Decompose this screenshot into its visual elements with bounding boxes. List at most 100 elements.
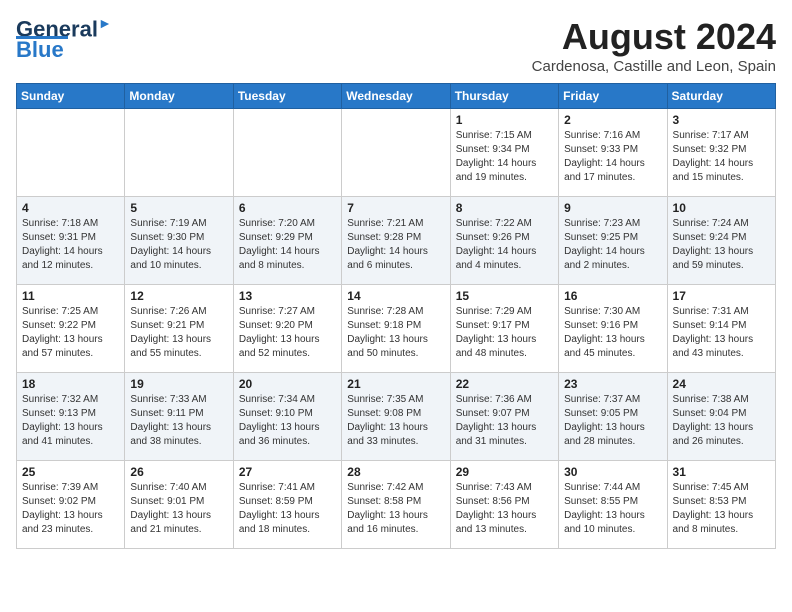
day-number: 9: [564, 201, 661, 215]
table-row: 30 Sunrise: 7:44 AM Sunset: 8:55 PM Dayli…: [559, 461, 667, 549]
day-info: Sunrise: 7:18 AM Sunset: 9:31 PM Dayligh…: [22, 217, 119, 273]
day-number: 27: [239, 465, 336, 479]
day-number: 16: [564, 289, 661, 303]
day-info: Sunrise: 7:33 AM Sunset: 9:11 PM Dayligh…: [130, 393, 227, 449]
day-number: 12: [130, 289, 227, 303]
day-number: 13: [239, 289, 336, 303]
table-row: [233, 109, 341, 197]
table-row: 4 Sunrise: 7:18 AM Sunset: 9:31 PM Daylig…: [17, 197, 125, 285]
table-row: 14 Sunrise: 7:28 AM Sunset: 9:18 PM Dayli…: [342, 285, 450, 373]
day-number: 22: [456, 377, 553, 391]
day-info: Sunrise: 7:27 AM Sunset: 9:20 PM Dayligh…: [239, 305, 336, 361]
day-number: 8: [456, 201, 553, 215]
logo-blue: Blue: [16, 39, 64, 61]
day-number: 4: [22, 201, 119, 215]
table-row: 22 Sunrise: 7:36 AM Sunset: 9:07 PM Dayli…: [450, 373, 558, 461]
table-row: 12 Sunrise: 7:26 AM Sunset: 9:21 PM Dayli…: [125, 285, 233, 373]
col-sunday: Sunday: [17, 84, 125, 109]
day-info: Sunrise: 7:43 AM Sunset: 8:56 PM Dayligh…: [456, 481, 553, 537]
day-number: 18: [22, 377, 119, 391]
day-info: Sunrise: 7:32 AM Sunset: 9:13 PM Dayligh…: [22, 393, 119, 449]
table-row: 20 Sunrise: 7:34 AM Sunset: 9:10 PM Dayli…: [233, 373, 341, 461]
table-row: 28 Sunrise: 7:42 AM Sunset: 8:58 PM Dayli…: [342, 461, 450, 549]
table-row: 8 Sunrise: 7:22 AM Sunset: 9:26 PM Daylig…: [450, 197, 558, 285]
day-info: Sunrise: 7:44 AM Sunset: 8:55 PM Dayligh…: [564, 481, 661, 537]
day-number: 29: [456, 465, 553, 479]
col-saturday: Saturday: [667, 84, 775, 109]
day-info: Sunrise: 7:26 AM Sunset: 9:21 PM Dayligh…: [130, 305, 227, 361]
day-number: 3: [673, 113, 770, 127]
day-number: 24: [673, 377, 770, 391]
day-number: 15: [456, 289, 553, 303]
col-tuesday: Tuesday: [233, 84, 341, 109]
day-info: Sunrise: 7:45 AM Sunset: 8:53 PM Dayligh…: [673, 481, 770, 537]
table-row: [17, 109, 125, 197]
day-info: Sunrise: 7:30 AM Sunset: 9:16 PM Dayligh…: [564, 305, 661, 361]
day-number: 17: [673, 289, 770, 303]
day-number: 20: [239, 377, 336, 391]
table-row: 16 Sunrise: 7:30 AM Sunset: 9:16 PM Dayli…: [559, 285, 667, 373]
day-number: 7: [347, 201, 444, 215]
table-row: 23Sunrise: 7:37 AM Sunset: 9:05 PM Dayli…: [559, 373, 667, 461]
table-row: 19 Sunrise: 7:33 AM Sunset: 9:11 PM Dayli…: [125, 373, 233, 461]
day-number: 28: [347, 465, 444, 479]
table-row: 3 Sunrise: 7:17 AM Sunset: 9:32 PM Daylig…: [667, 109, 775, 197]
table-row: 11 Sunrise: 7:25 AM Sunset: 9:22 PM Dayli…: [17, 285, 125, 373]
day-number: 31: [673, 465, 770, 479]
day-info: Sunrise: 7:19 AM Sunset: 9:30 PM Dayligh…: [130, 217, 227, 273]
day-info: Sunrise: 7:16 AM Sunset: 9:33 PM Dayligh…: [564, 129, 661, 185]
day-number: 6: [239, 201, 336, 215]
calendar-week-row: 18 Sunrise: 7:32 AM Sunset: 9:13 PM Dayli…: [17, 373, 776, 461]
calendar-table: Sunday Monday Tuesday Wednesday Thursday…: [16, 83, 776, 549]
day-info: Sunrise: 7:28 AM Sunset: 9:18 PM Dayligh…: [347, 305, 444, 361]
table-row: [342, 109, 450, 197]
day-info: Sunrise: 7:29 AM Sunset: 9:17 PM Dayligh…: [456, 305, 553, 361]
day-info: Sunrise: 7:42 AM Sunset: 8:58 PM Dayligh…: [347, 481, 444, 537]
table-row: 17 Sunrise: 7:31 AM Sunset: 9:14 PM Dayli…: [667, 285, 775, 373]
table-row: 7 Sunrise: 7:21 AM Sunset: 9:28 PM Daylig…: [342, 197, 450, 285]
calendar-week-row: 1Sunrise: 7:15 AM Sunset: 9:34 PM Daylig…: [17, 109, 776, 197]
calendar-week-row: 4 Sunrise: 7:18 AM Sunset: 9:31 PM Daylig…: [17, 197, 776, 285]
page-header: General► Blue August 2024 Cardenosa, Cas…: [16, 16, 776, 75]
calendar-header-row: Sunday Monday Tuesday Wednesday Thursday…: [17, 84, 776, 109]
day-info: Sunrise: 7:17 AM Sunset: 9:32 PM Dayligh…: [673, 129, 770, 185]
table-row: 18 Sunrise: 7:32 AM Sunset: 9:13 PM Dayli…: [17, 373, 125, 461]
day-info: Sunrise: 7:22 AM Sunset: 9:26 PM Dayligh…: [456, 217, 553, 273]
calendar-week-row: 25 Sunrise: 7:39 AM Sunset: 9:02 PM Dayli…: [17, 461, 776, 549]
table-row: 6Sunrise: 7:20 AM Sunset: 9:29 PM Daylig…: [233, 197, 341, 285]
day-info: Sunrise: 7:31 AM Sunset: 9:14 PM Dayligh…: [673, 305, 770, 361]
day-info: Sunrise: 7:25 AM Sunset: 9:22 PM Dayligh…: [22, 305, 119, 361]
day-info: Sunrise: 7:21 AM Sunset: 9:28 PM Dayligh…: [347, 217, 444, 273]
day-number: 1: [456, 113, 553, 127]
table-row: 2Sunrise: 7:16 AM Sunset: 9:33 PM Daylig…: [559, 109, 667, 197]
table-row: 21Sunrise: 7:35 AM Sunset: 9:08 PM Dayli…: [342, 373, 450, 461]
day-info: Sunrise: 7:34 AM Sunset: 9:10 PM Dayligh…: [239, 393, 336, 449]
table-row: 10Sunrise: 7:24 AM Sunset: 9:24 PM Dayli…: [667, 197, 775, 285]
day-number: 14: [347, 289, 444, 303]
day-number: 25: [22, 465, 119, 479]
day-info: Sunrise: 7:40 AM Sunset: 9:01 PM Dayligh…: [130, 481, 227, 537]
day-number: 23: [564, 377, 661, 391]
day-number: 10: [673, 201, 770, 215]
table-row: 9Sunrise: 7:23 AM Sunset: 9:25 PM Daylig…: [559, 197, 667, 285]
day-info: Sunrise: 7:41 AM Sunset: 8:59 PM Dayligh…: [239, 481, 336, 537]
table-row: 5Sunrise: 7:19 AM Sunset: 9:30 PM Daylig…: [125, 197, 233, 285]
day-number: 11: [22, 289, 119, 303]
day-number: 30: [564, 465, 661, 479]
page-title: August 2024: [532, 16, 776, 58]
day-info: Sunrise: 7:35 AM Sunset: 9:08 PM Dayligh…: [347, 393, 444, 449]
calendar-week-row: 11 Sunrise: 7:25 AM Sunset: 9:22 PM Dayli…: [17, 285, 776, 373]
table-row: [125, 109, 233, 197]
table-row: 27 Sunrise: 7:41 AM Sunset: 8:59 PM Dayli…: [233, 461, 341, 549]
col-wednesday: Wednesday: [342, 84, 450, 109]
day-info: Sunrise: 7:39 AM Sunset: 9:02 PM Dayligh…: [22, 481, 119, 537]
title-block: August 2024 Cardenosa, Castille and Leon…: [532, 16, 776, 75]
col-friday: Friday: [559, 84, 667, 109]
table-row: 26Sunrise: 7:40 AM Sunset: 9:01 PM Dayli…: [125, 461, 233, 549]
day-number: 19: [130, 377, 227, 391]
table-row: 31 Sunrise: 7:45 AM Sunset: 8:53 PM Dayli…: [667, 461, 775, 549]
table-row: 15 Sunrise: 7:29 AM Sunset: 9:17 PM Dayli…: [450, 285, 558, 373]
logo: General► Blue: [16, 16, 112, 61]
day-info: Sunrise: 7:36 AM Sunset: 9:07 PM Dayligh…: [456, 393, 553, 449]
table-row: 24Sunrise: 7:38 AM Sunset: 9:04 PM Dayli…: [667, 373, 775, 461]
